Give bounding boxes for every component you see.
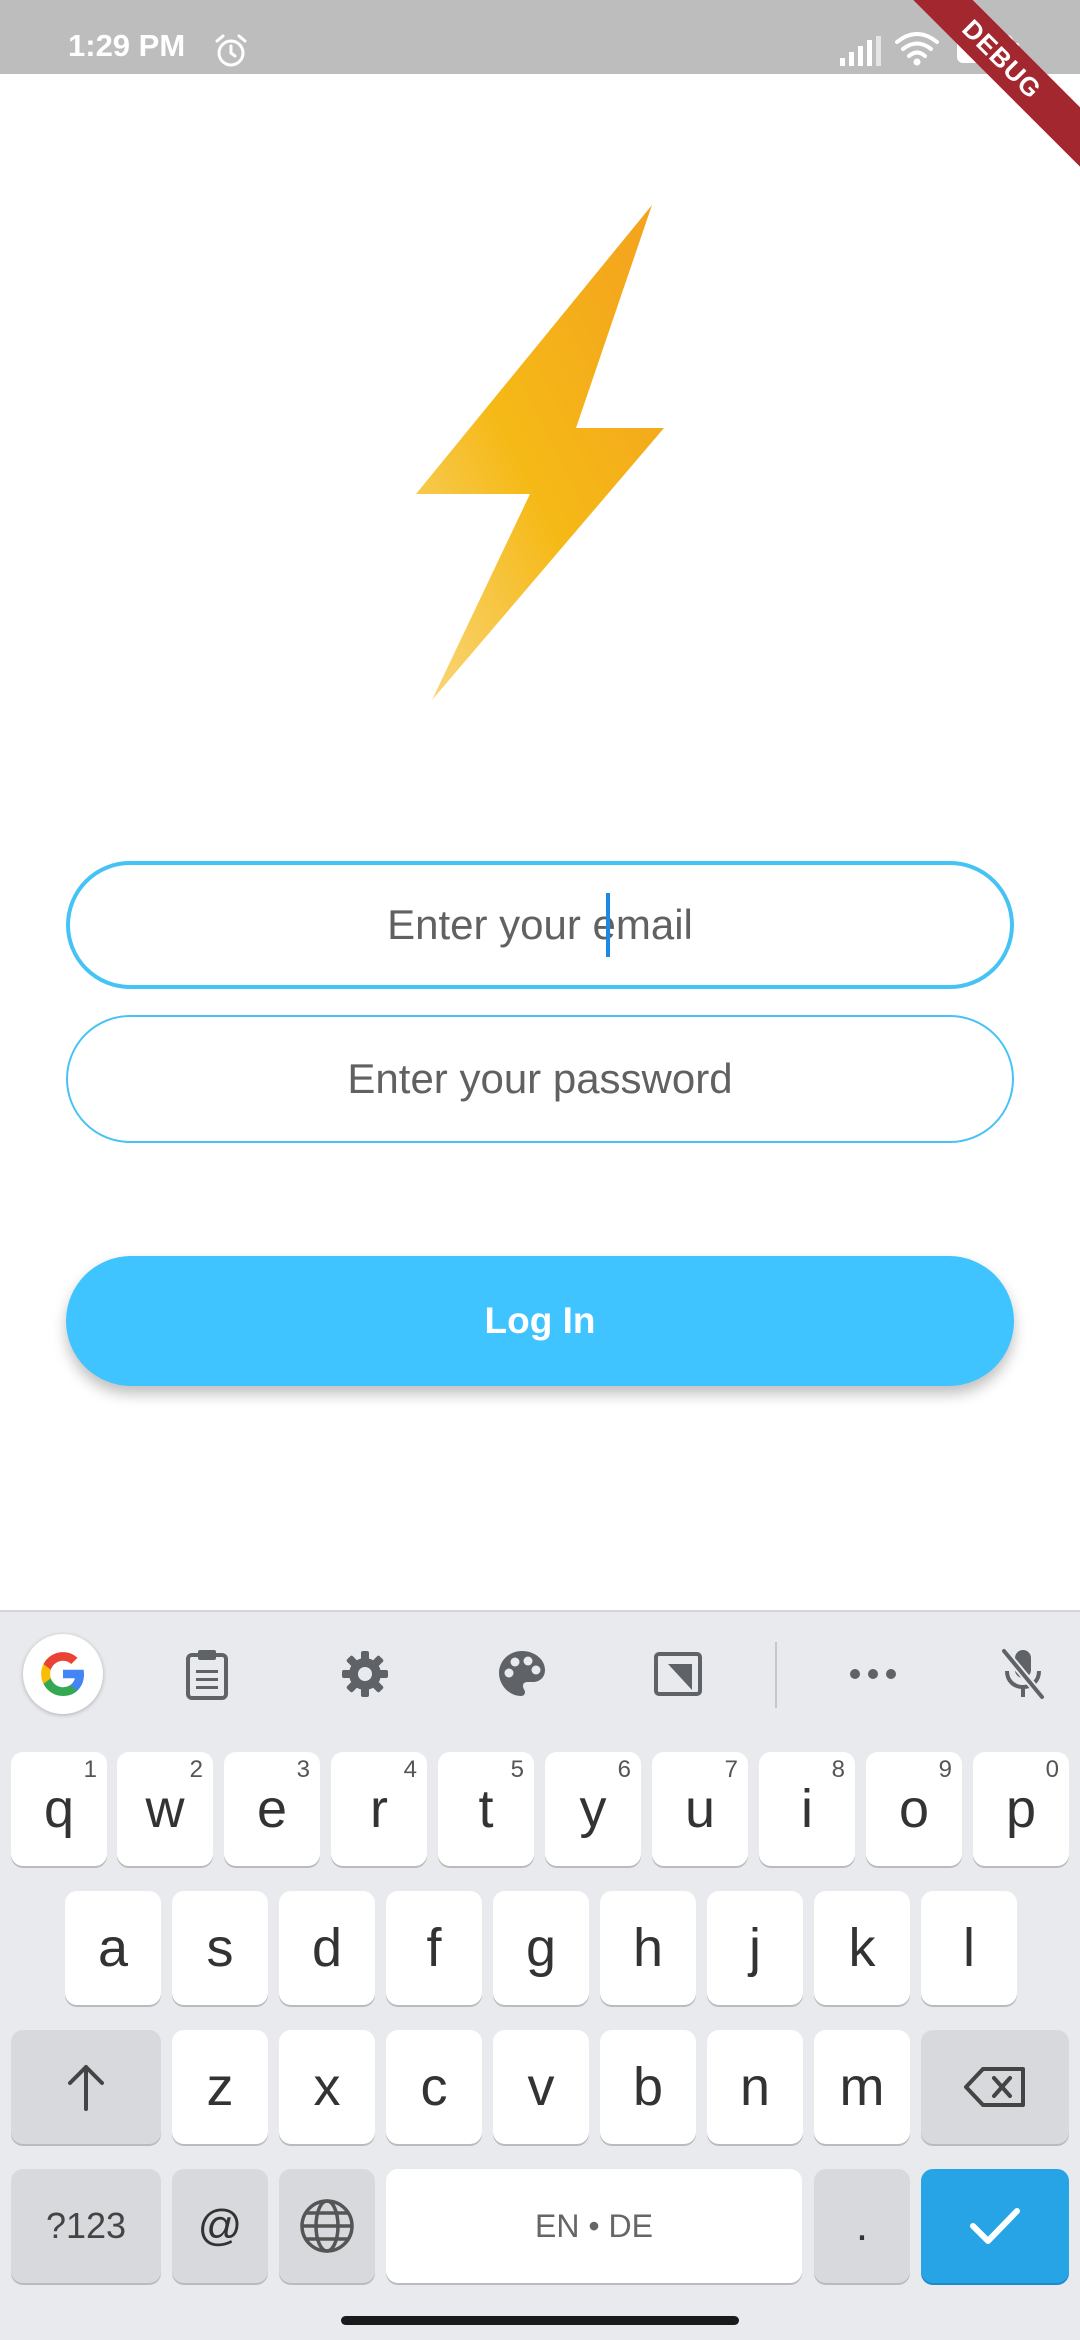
key-w[interactable]: w2	[117, 1752, 213, 1866]
globe-icon	[300, 2199, 354, 2253]
wifi-icon	[895, 32, 939, 66]
key-b[interactable]: b	[600, 2030, 696, 2144]
key-n[interactable]: n	[707, 2030, 803, 2144]
key-y[interactable]: y6	[545, 1752, 641, 1866]
backspace-key[interactable]	[921, 2030, 1069, 2144]
key-a[interactable]: a	[65, 1891, 161, 2005]
key-f[interactable]: f	[386, 1891, 482, 2005]
period-key[interactable]: .	[814, 2169, 910, 2283]
key-i[interactable]: i8	[759, 1752, 855, 1866]
login-button[interactable]: Log In	[66, 1256, 1014, 1386]
globe-key[interactable]	[279, 2169, 375, 2283]
key-j[interactable]: j	[707, 1891, 803, 2005]
key-c[interactable]: c	[386, 2030, 482, 2144]
check-icon	[970, 2208, 1020, 2244]
key-l[interactable]: l	[921, 1891, 1017, 2005]
navigation-handle[interactable]	[341, 2316, 739, 2325]
shift-key[interactable]	[11, 2030, 161, 2144]
password-placeholder: Enter your password	[347, 1055, 733, 1102]
mic-off-icon[interactable]	[983, 1634, 1063, 1714]
clipboard-icon[interactable]	[167, 1634, 247, 1714]
key-g[interactable]: g	[493, 1891, 589, 2005]
key-r[interactable]: r4	[331, 1752, 427, 1866]
alarm-icon	[215, 34, 247, 67]
space-key[interactable]: EN • DE	[386, 2169, 802, 2283]
status-time: 1:29 PM	[68, 28, 186, 63]
key-x[interactable]: x	[279, 2030, 375, 2144]
key-p[interactable]: p0	[973, 1752, 1069, 1866]
text-cursor	[606, 893, 610, 957]
signal-icon	[840, 36, 881, 66]
status-bar: 1:29 PM 87	[0, 0, 1080, 74]
symbols-key[interactable]: ?123	[11, 2169, 161, 2283]
enter-key[interactable]	[921, 2169, 1069, 2283]
key-s[interactable]: s	[172, 1891, 268, 2005]
palette-icon[interactable]	[482, 1634, 562, 1714]
key-q[interactable]: q1	[11, 1752, 107, 1866]
email-field[interactable]: Enter your email	[66, 861, 1014, 989]
more-icon[interactable]	[833, 1634, 913, 1714]
shift-icon	[68, 2065, 104, 2111]
key-u[interactable]: u7	[652, 1752, 748, 1866]
keyboard: q1 w2 e3 r4 t5 y6 u7 i8 o9 p0 a s d f g …	[0, 1610, 1080, 2340]
password-field[interactable]: Enter your password	[66, 1015, 1014, 1143]
google-icon[interactable]	[23, 1634, 103, 1714]
key-d[interactable]: d	[279, 1891, 375, 2005]
backspace-icon	[964, 2067, 1025, 2107]
key-v[interactable]: v	[493, 2030, 589, 2144]
key-k[interactable]: k	[814, 1891, 910, 2005]
floating-keyboard-icon[interactable]	[638, 1634, 718, 1714]
lightning-bolt-icon	[416, 205, 664, 700]
key-m[interactable]: m	[814, 2030, 910, 2144]
key-t[interactable]: t5	[438, 1752, 534, 1866]
keyboard-toolbar	[0, 1612, 1080, 1736]
email-placeholder: Enter your email	[387, 901, 693, 948]
gear-icon[interactable]	[325, 1634, 405, 1714]
key-o[interactable]: o9	[866, 1752, 962, 1866]
toolbar-divider	[775, 1642, 777, 1708]
at-key[interactable]: @	[172, 2169, 268, 2283]
key-h[interactable]: h	[600, 1891, 696, 2005]
login-label: Log In	[484, 1300, 596, 1341]
key-e[interactable]: e3	[224, 1752, 320, 1866]
key-z[interactable]: z	[172, 2030, 268, 2144]
